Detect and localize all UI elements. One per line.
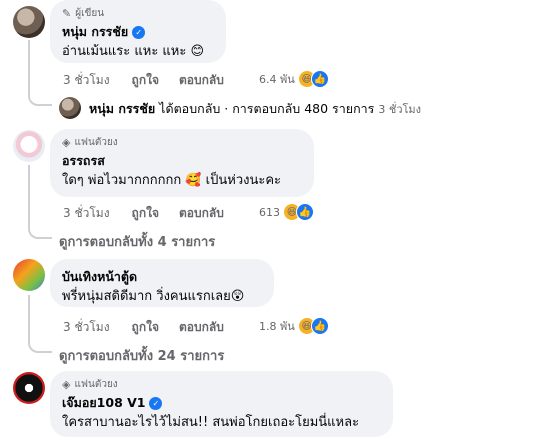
- thread-connector: [28, 92, 52, 106]
- reaction-count: 6.4 พัน: [259, 73, 295, 86]
- like-button[interactable]: ถูกใจ: [132, 204, 159, 223]
- pencil-icon: ✎: [62, 6, 72, 20]
- top-fan-badge: ◈ แฟนตัวยง: [62, 135, 118, 149]
- comment-time[interactable]: 3 ชั่วโมง: [63, 204, 110, 223]
- like-button[interactable]: ถูกใจ: [132, 71, 159, 90]
- reaction-summary[interactable]: 6.4 พัน 😆 👍: [259, 70, 329, 88]
- like-icon: 👍: [310, 70, 329, 88]
- comment-text: อ่านเม้นแระ แหะ แหะ 😊: [62, 44, 205, 59]
- avatar[interactable]: [59, 97, 81, 119]
- reaction-summary[interactable]: 613 😆 👍: [259, 203, 314, 221]
- comment-actions: 3 ชั่วโมง ถูกใจ ตอบกลับ: [63, 71, 244, 90]
- avatar[interactable]: [13, 6, 45, 38]
- comment-time[interactable]: 3 ชั่วโมง: [63, 318, 110, 337]
- comment-bubble: ◈ แฟนตัวยง เจ๊มอย108 V1 ✓ ใครสาบานอะไรไว…: [50, 371, 393, 437]
- thread-line: [28, 165, 30, 217]
- avatar[interactable]: [13, 372, 45, 404]
- author-badge: ✎ ผู้เขียน: [62, 6, 105, 20]
- comment-actions: 3 ชั่วโมง ถูกใจ ตอบกลับ: [63, 204, 244, 223]
- verified-icon: ✓: [149, 396, 163, 410]
- comment-time[interactable]: 3 ชั่วโมง: [63, 71, 110, 90]
- comment-bubble: บันเทิงหน้าตู้ด พรี่หนุ่มสดิดีมาก วิ่งคน…: [50, 259, 274, 307]
- comment-text: ใดๆ พ่อไวมากกกกกก 🥰 เป็นห่วงนะคะ: [62, 173, 282, 188]
- thread-line: [28, 40, 30, 92]
- like-icon: 👍: [310, 317, 329, 335]
- diamond-icon: ◈: [62, 377, 71, 391]
- commenter-name[interactable]: หนุ่ม กรรชัย: [62, 22, 128, 42]
- like-icon: 👍: [296, 203, 314, 221]
- comment-text: พรี่หนุ่มสดิดีมาก วิ่งคนแรกเลย😲: [62, 289, 245, 304]
- reply-button[interactable]: ตอบกลับ: [179, 318, 224, 337]
- commenter-name[interactable]: บันเทิงหน้าตู้ด: [62, 267, 137, 287]
- thread-connector: [28, 331, 52, 353]
- comment-bubble: ◈ แฟนตัวยง อรรถรส ใดๆ พ่อไวมากกกกกก 🥰 เป…: [50, 129, 314, 197]
- comment-text: ใครสาบานอะไรไว้ไม่สน!! สนพ่อโกยเถอะโยมนี…: [62, 415, 360, 430]
- verified-icon: ✓: [132, 25, 146, 39]
- reaction-count: 613: [259, 205, 280, 219]
- view-replies-link[interactable]: ดูการตอบกลับทั้ง 24 รายการ: [59, 345, 224, 366]
- avatar[interactable]: [13, 259, 45, 291]
- commenter-name[interactable]: เจ๊มอย108 V1: [62, 393, 145, 413]
- like-button[interactable]: ถูกใจ: [132, 318, 159, 337]
- diamond-icon: ◈: [62, 135, 71, 149]
- top-fan-badge: ◈ แฟนตัวยง: [62, 377, 118, 391]
- avatar[interactable]: [13, 130, 45, 162]
- reaction-count: 1.8 พัน: [259, 320, 295, 333]
- reply-button[interactable]: ตอบกลับ: [179, 204, 224, 223]
- reaction-summary[interactable]: 1.8 พัน 😆 👍: [259, 317, 329, 335]
- comment-actions: 3 ชั่วโมง ถูกใจ ตอบกลับ: [63, 318, 244, 337]
- reply-button[interactable]: ตอบกลับ: [179, 71, 224, 90]
- view-replies-link[interactable]: ดูการตอบกลับทั้ง 4 รายการ: [59, 231, 215, 252]
- thread-connector: [28, 217, 52, 239]
- commenter-name[interactable]: อรรถรส: [62, 151, 105, 171]
- reply-summary[interactable]: หนุ่ม กรรชัย ได้ตอบกลับ · การตอบกลับ 480…: [89, 99, 421, 119]
- thread-line: [28, 295, 30, 331]
- comment-bubble: ✎ ผู้เขียน หนุ่ม กรรชัย ✓ อ่านเม้นแระ แห…: [50, 0, 226, 63]
